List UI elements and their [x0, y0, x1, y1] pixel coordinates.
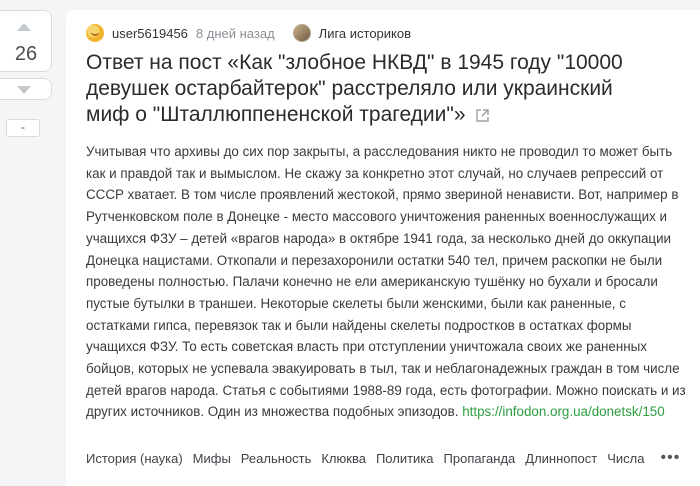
tag-politics[interactable]: Политика — [376, 451, 434, 466]
avatar-icon[interactable] — [86, 24, 104, 42]
post-body: Учитывая что архивы до сих пор закрыты, … — [86, 141, 690, 423]
post-card: user5619456 8 дней назад Лига историков … — [66, 10, 700, 486]
post-title-text[interactable]: Ответ на пост «Как "злобное НКВД" в 1945… — [86, 51, 623, 126]
tag-reality[interactable]: Реальность — [241, 451, 312, 466]
post-meta: user5619456 8 дней назад Лига историков — [86, 22, 411, 44]
post-title[interactable]: Ответ на пост «Как "злобное НКВД" в 1945… — [86, 50, 656, 128]
tag-history[interactable]: История (наука) — [86, 451, 183, 466]
tag-list: История (наука) Мифы Реальность Клюква П… — [86, 448, 680, 468]
minus-button[interactable]: - — [6, 119, 40, 137]
tag-numbers[interactable]: Числа — [607, 451, 644, 466]
author-link[interactable]: user5619456 — [112, 26, 188, 41]
rating-count: 26 — [14, 43, 38, 65]
source-link[interactable]: https://infodon.org.ua/donetsk/150 — [462, 404, 665, 419]
vote-up-icon[interactable] — [17, 23, 31, 31]
vote-down-button[interactable] — [0, 78, 52, 100]
rating-panel: 26 - — [0, 0, 60, 486]
community-link[interactable]: Лига историков — [319, 26, 411, 41]
tag-longpost[interactable]: Длиннопост — [525, 451, 597, 466]
post-body-text: Учитывая что архивы до сих пор закрыты, … — [86, 144, 686, 420]
share-icon[interactable] — [475, 109, 489, 122]
post-time: 8 дней назад — [195, 25, 275, 41]
tag-klyukva[interactable]: Клюква — [321, 451, 366, 466]
community-icon[interactable] — [292, 24, 311, 42]
page: 26 - user5619456 8 дней назад Лига истор… — [0, 0, 700, 486]
more-icon[interactable]: ••• — [661, 450, 681, 466]
vote-box: 26 — [0, 10, 52, 72]
tag-myths[interactable]: Мифы — [193, 451, 231, 466]
vote-down-icon — [17, 86, 31, 94]
tag-propaganda[interactable]: Пропаганда — [444, 451, 516, 466]
